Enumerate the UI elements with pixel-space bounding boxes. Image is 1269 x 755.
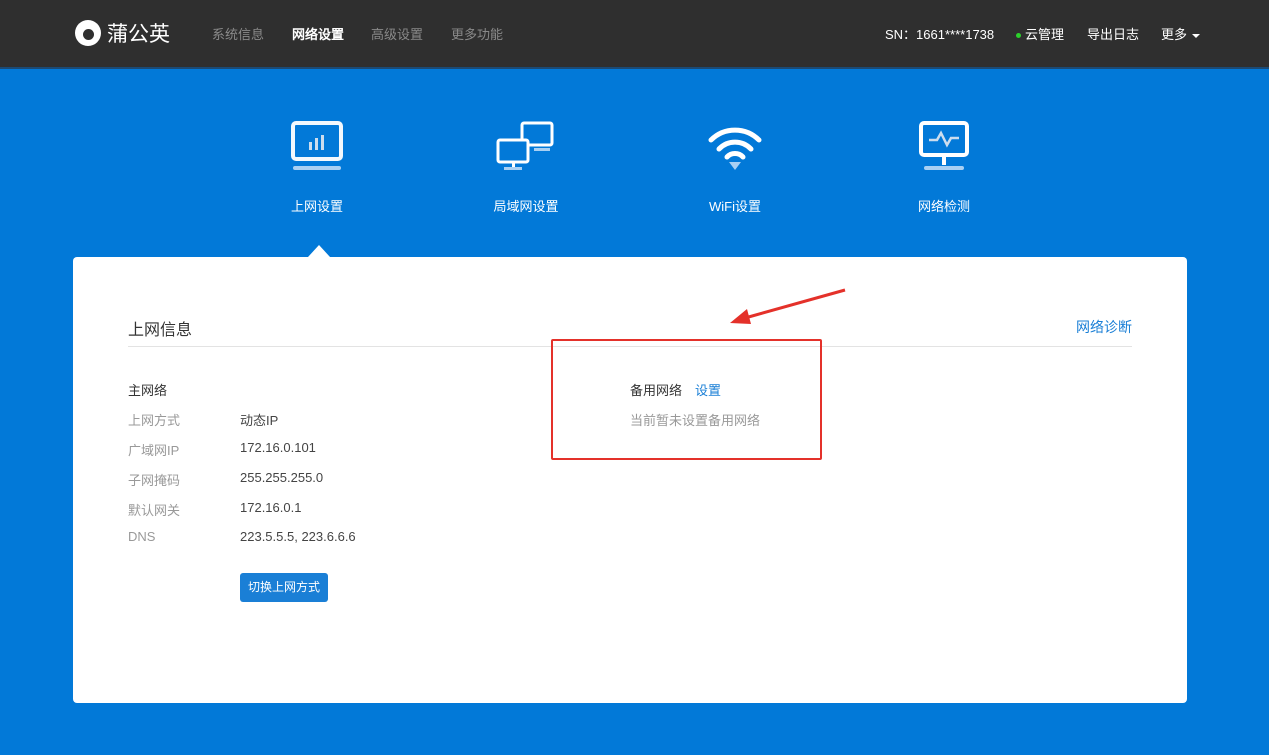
card-title: 上网信息 (128, 316, 192, 340)
info-label: 子网掩码 (128, 470, 240, 489)
lan-icon (494, 120, 558, 172)
nav-more-features[interactable]: 更多功能 (451, 24, 503, 43)
tab-label: 网络检测 (918, 199, 970, 214)
info-label: DNS (128, 529, 240, 544)
info-row: DNS223.5.5.5, 223.6.6.6 (128, 529, 356, 544)
annotation-arrow-icon (725, 285, 850, 330)
main-network-heading: 主网络 (128, 380, 167, 399)
wifi-icon (705, 120, 765, 172)
more-dropdown[interactable]: 更多 (1161, 24, 1200, 43)
info-label: 默认网关 (128, 500, 240, 519)
caret-down-icon (1192, 34, 1200, 38)
tab-label: WiFi设置 (709, 199, 761, 214)
nav-network-settings[interactable]: 网络设置 (292, 24, 344, 43)
info-value: 172.16.0.1 (240, 500, 301, 519)
logo-icon (75, 20, 101, 46)
monitor-chart-icon (290, 120, 344, 172)
info-row: 广域网IP172.16.0.101 (128, 440, 316, 459)
tab-wifi-settings[interactable]: WiFi设置 (675, 120, 795, 215)
export-log-link[interactable]: 导出日志 (1087, 24, 1139, 43)
switch-connection-button[interactable]: 切换上网方式 (240, 573, 328, 602)
brand-name: 蒲公英 (107, 18, 170, 48)
info-value: 172.16.0.101 (240, 440, 316, 459)
info-row: 默认网关172.16.0.1 (128, 500, 301, 519)
tab-label: 局域网设置 (493, 199, 558, 214)
nav-advanced-settings[interactable]: 高级设置 (371, 24, 423, 43)
tab-internet-settings[interactable]: 上网设置 (257, 120, 377, 215)
tab-label: 上网设置 (291, 199, 343, 214)
serial-number: SN：1661****1738 (885, 24, 994, 43)
internet-info-card: 上网信息 网络诊断 主网络 上网方式动态IP 广域网IP172.16.0.101… (73, 257, 1187, 703)
online-status-icon (1016, 33, 1021, 38)
more-label: 更多 (1161, 27, 1187, 42)
brand-logo[interactable]: 蒲公英 (75, 18, 170, 48)
network-diagnose-link[interactable]: 网络诊断 (1076, 317, 1132, 337)
cloud-management-link[interactable]: 云管理 (1016, 24, 1064, 43)
tab-network-detection[interactable]: 网络检测 (884, 120, 1004, 215)
info-value: 动态IP (240, 410, 278, 429)
info-value: 255.255.255.0 (240, 470, 323, 489)
info-value: 223.5.5.5, 223.6.6.6 (240, 529, 356, 544)
tab-lan-settings[interactable]: 局域网设置 (466, 120, 586, 215)
nav-system-info[interactable]: 系统信息 (212, 24, 264, 43)
info-label: 上网方式 (128, 410, 240, 429)
active-tab-pointer (308, 245, 330, 257)
top-bar: 蒲公英 系统信息 网络设置 高级设置 更多功能 SN：1661****1738 … (0, 0, 1269, 69)
info-row: 子网掩码255.255.255.0 (128, 470, 323, 489)
cloud-label: 云管理 (1025, 27, 1064, 42)
info-label: 广域网IP (128, 440, 240, 459)
annotation-highlight-box (551, 339, 822, 460)
info-row: 上网方式动态IP (128, 410, 278, 429)
monitor-pulse-icon (917, 120, 971, 172)
